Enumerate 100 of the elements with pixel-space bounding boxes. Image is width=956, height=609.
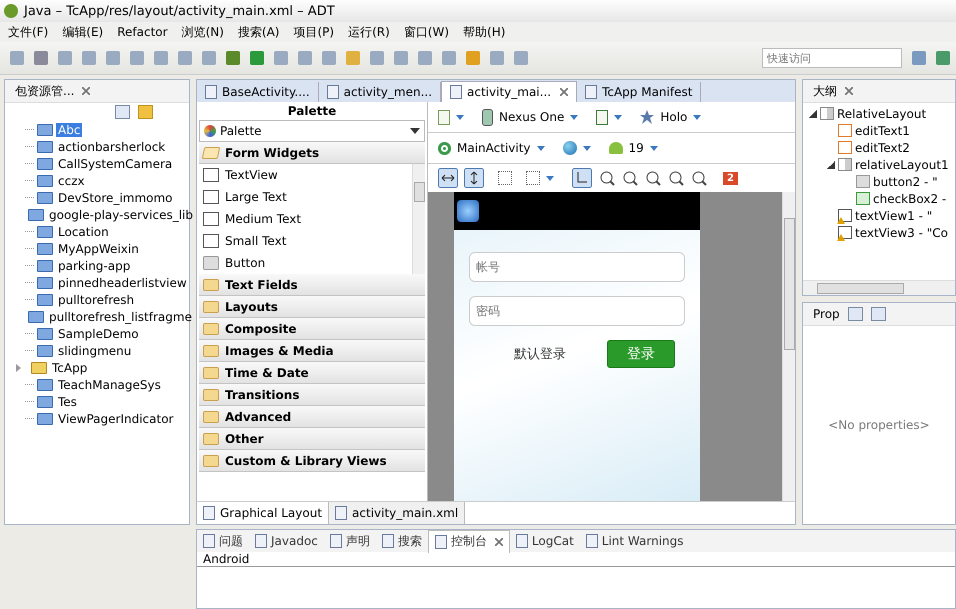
project-item[interactable]: pulltorefresh_listfragme	[47, 310, 194, 324]
magnifier-icon[interactable]	[692, 170, 707, 186]
menu-item[interactable]: 浏览(N)	[182, 24, 224, 40]
caret-icon[interactable]	[546, 176, 554, 180]
caret-icon[interactable]	[693, 114, 702, 120]
project-item[interactable]: Tes	[56, 394, 79, 408]
menu-item[interactable]: 文件(F)	[8, 24, 48, 40]
project-item[interactable]: Abc	[56, 122, 82, 136]
menu-item[interactable]: 编辑(E)	[62, 24, 104, 40]
expand-arrow-icon[interactable]	[16, 364, 21, 372]
close-icon[interactable]	[82, 87, 90, 95]
palette-group-header[interactable]: Form Widgets	[199, 142, 425, 164]
palette-widget[interactable]: TextView	[199, 164, 412, 186]
fit-width-icon[interactable]	[438, 168, 458, 188]
quick-access-field[interactable]: 快速访问	[762, 48, 902, 68]
editor-view-tab[interactable]: activity_main.xml	[329, 502, 466, 524]
api-level-dropdown[interactable]: 19	[628, 141, 644, 155]
project-item[interactable]: actionbarsherlock	[56, 140, 168, 154]
outline-tab[interactable]: 大纲	[809, 82, 837, 100]
scrollbar[interactable]	[803, 280, 955, 295]
project-item[interactable]: pinnedheaderlistview	[56, 276, 189, 290]
caret-icon[interactable]	[456, 114, 464, 120]
project-item[interactable]: parking-app	[56, 258, 132, 272]
menu-item[interactable]: 帮助(H)	[463, 24, 506, 40]
menu-item[interactable]: Refactor	[117, 25, 168, 39]
outline-item[interactable]: RelativeLayout	[837, 106, 926, 120]
palette-group-header[interactable]: Transitions	[199, 384, 425, 406]
project-item[interactable]: pulltorefresh	[56, 292, 136, 306]
outline-item[interactable]: editText2	[855, 140, 910, 154]
palette-widget[interactable]: Large Text	[199, 186, 412, 208]
menu-item[interactable]: 运行(R)	[348, 24, 390, 40]
properties-tab[interactable]: Prop	[809, 307, 840, 321]
outline-item[interactable]: textView1 - "	[855, 208, 932, 222]
layout-file-icon[interactable]	[438, 110, 450, 124]
palette-widget[interactable]: Button	[199, 252, 412, 274]
project-item[interactable]: TcApp	[50, 360, 90, 374]
menu-item[interactable]: 窗口(W)	[404, 24, 450, 40]
fit-height-icon[interactable]	[464, 168, 484, 188]
project-item[interactable]: ViewPagerIndicator	[56, 412, 176, 426]
palette-widget[interactable]: Small Text	[199, 230, 412, 252]
palette-group-header[interactable]: Time & Date	[199, 362, 425, 384]
project-item[interactable]: SampleDemo	[56, 326, 141, 340]
username-field[interactable]: 帐号	[469, 252, 685, 282]
editor-tab[interactable]: BaseActivity....	[197, 82, 319, 102]
palette-group-header[interactable]: Custom & Library Views	[199, 450, 425, 472]
palette-group-header[interactable]: Advanced	[199, 406, 425, 428]
console-view-tab[interactable]: 声明	[324, 530, 376, 552]
palette-widget[interactable]: Medium Text	[199, 208, 412, 230]
close-icon[interactable]	[560, 88, 568, 96]
console-view-tab[interactable]: 搜索	[376, 530, 428, 552]
project-item[interactable]: Location	[56, 224, 111, 238]
outline-item[interactable]: relativeLayout1	[855, 158, 949, 172]
close-icon[interactable]	[494, 538, 503, 546]
menu-item[interactable]: 项目(P)	[293, 24, 334, 40]
scrollbar[interactable]	[412, 164, 425, 274]
scrollbar[interactable]	[782, 192, 795, 501]
caret-icon[interactable]	[570, 114, 578, 120]
globe-icon[interactable]	[562, 141, 577, 155]
console-view-tab[interactable]: 控制台	[428, 530, 510, 552]
menu-item[interactable]: 搜索(A)	[238, 24, 280, 40]
project-item[interactable]: slidingmenu	[56, 344, 134, 358]
device-dropdown[interactable]: Nexus One	[499, 110, 564, 124]
caret-icon[interactable]	[650, 146, 658, 150]
editor-tab[interactable]: TcApp Manifest	[577, 82, 702, 102]
close-icon[interactable]	[845, 87, 853, 95]
outline-item[interactable]: textView3 - "Co	[855, 226, 948, 240]
editor-tab[interactable]: activity_men...	[318, 82, 442, 102]
magnifier-icon[interactable]	[600, 170, 615, 186]
theme-dropdown[interactable]: Holo	[660, 110, 688, 124]
magnifier-icon[interactable]	[646, 170, 661, 186]
magnifier-icon[interactable]	[623, 170, 638, 186]
project-item[interactable]: google-play-services_lib	[47, 208, 196, 222]
activity-dropdown[interactable]: MainActivity	[457, 141, 531, 155]
palette-group-header[interactable]: Images & Media	[199, 340, 425, 362]
editor-tab[interactable]: activity_mai...	[441, 81, 578, 102]
caret-icon[interactable]	[582, 146, 591, 150]
caret-icon[interactable]	[614, 114, 622, 120]
palette-group-header[interactable]: Composite	[199, 318, 425, 340]
palette-group-header[interactable]: Other	[199, 428, 425, 450]
palette-group-header[interactable]: Layouts	[199, 296, 425, 318]
dotted-square-icon[interactable]	[498, 171, 512, 185]
outline-item[interactable]: button2 - "	[873, 174, 938, 188]
outline-item[interactable]: checkBox2 -	[873, 192, 946, 206]
project-item[interactable]: TeachManageSys	[56, 378, 163, 392]
project-item[interactable]: CallSystemCamera	[56, 156, 174, 170]
console-view-tab[interactable]: 问题	[197, 530, 249, 552]
console-view-tab[interactable]: Lint Warnings	[580, 530, 690, 552]
layout-icon[interactable]	[572, 168, 592, 188]
password-field[interactable]: 密码	[469, 296, 685, 326]
project-item[interactable]: MyAppWeixin	[56, 242, 141, 256]
outline-item[interactable]: editText1	[855, 124, 910, 138]
console-view-tab[interactable]: Javadoc	[249, 530, 324, 552]
palette-group-header[interactable]: Text Fields	[199, 274, 425, 296]
project-item[interactable]: cczx	[56, 174, 87, 188]
error-count-badge[interactable]: 2	[723, 172, 738, 184]
console-view-tab[interactable]: LogCat	[510, 530, 580, 552]
login-button[interactable]: 登录	[607, 340, 675, 368]
project-item[interactable]: DevStore_immomo	[56, 190, 175, 204]
caret-icon[interactable]	[536, 146, 545, 150]
magnifier-icon[interactable]	[669, 170, 684, 186]
